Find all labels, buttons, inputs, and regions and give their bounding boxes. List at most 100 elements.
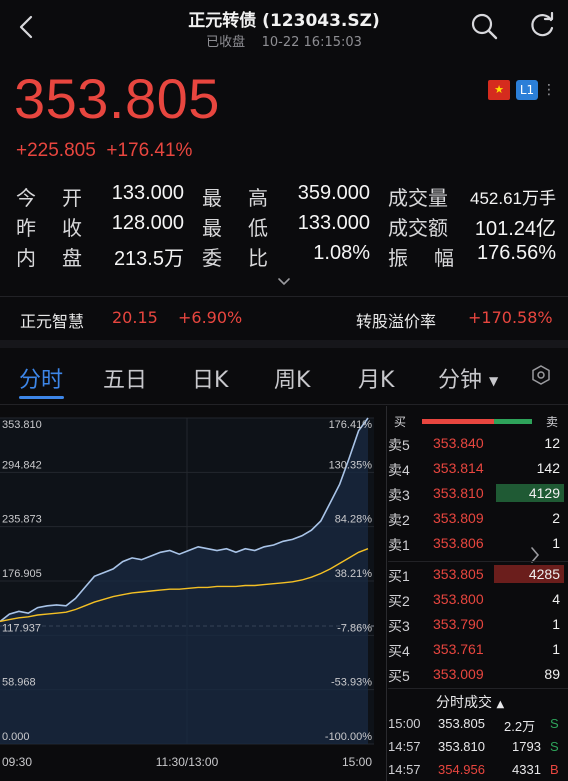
change-percent: +176.41% bbox=[106, 140, 193, 161]
underlying-name[interactable]: 正元智慧 bbox=[20, 308, 84, 332]
stat-label-ratio: 委比 bbox=[202, 246, 268, 270]
trade-time: 15:00 bbox=[388, 716, 421, 731]
trade-side: S bbox=[550, 716, 559, 731]
y-axis-label-left: 58.968 bbox=[2, 677, 36, 689]
sell-ratio-bar bbox=[494, 419, 532, 424]
stat-label-turnover: 成交额 bbox=[388, 216, 448, 240]
orderbook-buy-header: 买 bbox=[394, 415, 407, 429]
bid-row[interactable]: 买4 353.761 1 bbox=[388, 641, 568, 666]
trade-volume: 2.2万 bbox=[504, 719, 536, 734]
section-gap bbox=[0, 340, 568, 348]
stat-value-prev-close: 128.000 bbox=[111, 212, 184, 234]
bid-label: 买1 bbox=[388, 568, 410, 584]
refresh-icon[interactable] bbox=[528, 12, 556, 40]
tab-minute-label: 分钟 bbox=[438, 368, 483, 393]
status-text: 已收盘 bbox=[206, 35, 246, 50]
y-axis-label-right: 130.35% bbox=[329, 459, 373, 471]
panel-divider bbox=[386, 406, 387, 781]
bid-price: 353.761 bbox=[433, 641, 484, 657]
bid-volume: 1 bbox=[552, 641, 560, 657]
stat-label-low: 最低 bbox=[202, 216, 268, 240]
underlying-change: +6.90% bbox=[178, 308, 243, 327]
bid-label: 买2 bbox=[388, 593, 410, 609]
ask-price: 353.840 bbox=[433, 435, 484, 451]
tab-intraday[interactable]: 分时 bbox=[19, 362, 63, 394]
y-axis-label-right: 38.21% bbox=[335, 568, 373, 580]
stat-value-volume: 452.61万手 bbox=[470, 189, 556, 208]
more-icon[interactable]: ⋮ bbox=[542, 80, 556, 100]
stat-label-high: 最高 bbox=[202, 186, 268, 210]
ask-row[interactable]: 卖5 353.840 12 bbox=[388, 435, 568, 460]
bid-volume: 1 bbox=[552, 616, 560, 632]
ask-price: 353.806 bbox=[433, 535, 484, 551]
trade-row: 14:57 353.810 1793 S bbox=[388, 739, 568, 761]
ask-volume: 2 bbox=[552, 510, 560, 526]
x-axis-label: 11:30/13:00 bbox=[156, 755, 219, 769]
bid-label: 买5 bbox=[388, 668, 410, 684]
ask-label: 卖2 bbox=[388, 512, 410, 528]
stat-value-amplitude: 176.56% bbox=[477, 242, 556, 264]
bid-label: 买3 bbox=[388, 618, 410, 634]
tab-minute[interactable]: 分钟 ▼ bbox=[438, 362, 498, 394]
trade-price: 354.956 bbox=[438, 762, 485, 777]
stat-value-turnover: 101.24亿 bbox=[474, 218, 556, 240]
x-axis-label: 09:30 bbox=[2, 755, 32, 769]
y-axis-label-left: 235.873 bbox=[2, 514, 42, 526]
tab-monthly-k[interactable]: 月K bbox=[358, 362, 394, 394]
bid-label: 买4 bbox=[388, 643, 410, 659]
trades-title: 分时成交 bbox=[436, 695, 492, 711]
stat-value-high: 359.000 bbox=[297, 182, 370, 204]
intraday-chart[interactable]: 353.810 294.842 235.873 176.905 117.937 58.96… bbox=[0, 406, 384, 781]
bid-row[interactable]: 买1 353.805 4285 bbox=[388, 566, 568, 591]
ask-row[interactable]: 卖4 353.814 142 bbox=[388, 460, 568, 485]
bid-row[interactable]: 买2 353.800 4 bbox=[388, 591, 568, 616]
caret-up-icon: ▲ bbox=[496, 699, 505, 710]
y-axis-label-right: 84.28% bbox=[335, 514, 373, 526]
last-price: 353.805 bbox=[14, 67, 220, 130]
x-axis-label: 15:00 bbox=[342, 755, 372, 769]
china-flag-icon: ★ bbox=[488, 80, 510, 100]
ask-price: 353.814 bbox=[433, 460, 484, 476]
chevron-down-icon[interactable] bbox=[276, 276, 292, 288]
ask-volume: 4129 bbox=[528, 485, 560, 501]
underlying-price: 20.15 bbox=[112, 308, 158, 327]
ask-price: 353.809 bbox=[433, 510, 484, 526]
trade-price: 353.805 bbox=[438, 716, 485, 731]
stat-label-prev-close: 昨收 bbox=[16, 216, 82, 240]
stat-label-open: 今开 bbox=[16, 186, 82, 210]
y-axis-label-left: 353.810 bbox=[2, 419, 42, 431]
tab-daily-k[interactable]: 日K bbox=[192, 362, 228, 394]
premium-value: +170.58% bbox=[468, 308, 553, 327]
trade-row: 15:00 353.805 2.2万 S bbox=[388, 716, 568, 738]
tab-weekly-k[interactable]: 周K bbox=[274, 362, 310, 394]
stat-value-ratio: 1.08% bbox=[313, 242, 370, 264]
bid-row[interactable]: 买3 353.790 1 bbox=[388, 616, 568, 641]
tabs-divider bbox=[0, 404, 568, 405]
search-icon[interactable] bbox=[470, 12, 498, 40]
ask-label: 卖3 bbox=[388, 487, 410, 503]
chevron-right-icon[interactable] bbox=[528, 545, 542, 565]
active-tab-indicator bbox=[19, 396, 64, 399]
trade-time: 14:57 bbox=[388, 739, 421, 754]
bid-price: 353.805 bbox=[433, 566, 484, 582]
stat-value-low: 133.000 bbox=[297, 212, 370, 234]
ask-volume: 12 bbox=[544, 435, 560, 451]
ask-row[interactable]: 卖3 353.810 4129 bbox=[388, 485, 568, 510]
level-badge[interactable]: L1 bbox=[516, 80, 538, 100]
settings-hex-icon[interactable] bbox=[530, 364, 552, 386]
trade-side: S bbox=[550, 739, 559, 754]
tab-five-day[interactable]: 五日 bbox=[103, 362, 147, 394]
stat-value-open: 133.000 bbox=[111, 182, 184, 204]
trade-volume: 1793 bbox=[512, 739, 541, 754]
ask-volume: 142 bbox=[536, 460, 560, 476]
y-axis-label-left: 176.905 bbox=[2, 568, 42, 580]
y-axis-label-right: 176.41% bbox=[329, 419, 373, 431]
caret-down-icon: ▼ bbox=[489, 374, 499, 388]
ask-row[interactable]: 卖2 353.809 2 bbox=[388, 510, 568, 535]
stat-label-amplitude: 振幅 bbox=[388, 246, 454, 270]
divider bbox=[0, 296, 568, 297]
ask-price: 353.810 bbox=[433, 485, 484, 501]
bid-price: 353.009 bbox=[433, 666, 484, 682]
trade-price: 353.810 bbox=[438, 739, 485, 754]
trades-header[interactable]: 分时成交 ▲ bbox=[436, 692, 504, 712]
